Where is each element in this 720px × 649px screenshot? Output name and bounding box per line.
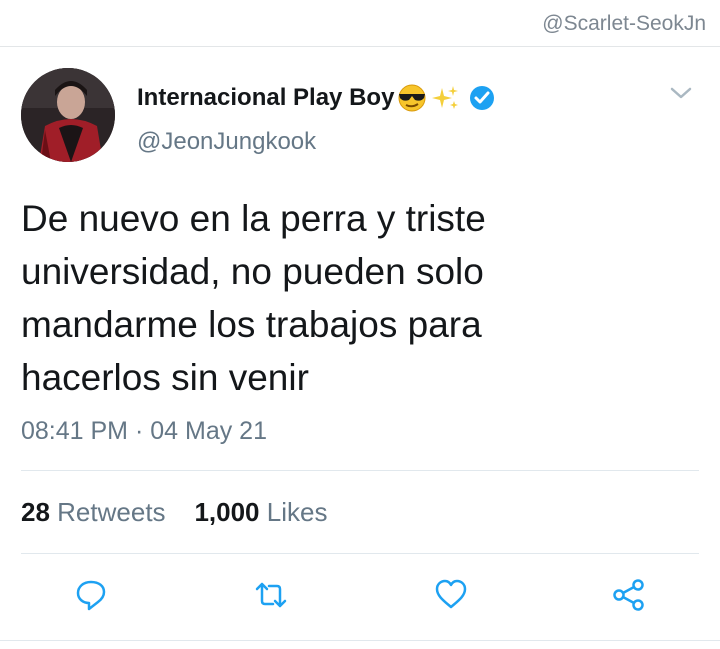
name-row: Internacional Play Boy (137, 83, 496, 113)
display-name[interactable]: Internacional Play Boy (137, 84, 394, 112)
retweets-count: 28 (21, 497, 50, 527)
tweet-text-line: mandarme los trabajos para (21, 304, 482, 345)
handle[interactable]: @JeonJungkook (137, 128, 316, 156)
like-icon[interactable] (434, 578, 468, 612)
tweet-text-line: De nuevo en la perra y triste (21, 198, 486, 239)
timestamp-separator: · (134, 417, 144, 445)
watermark: @Scarlet-SeokJn (542, 12, 706, 35)
verified-badge-icon (470, 86, 495, 110)
tweet-stats: 28 Retweets 1,000 Likes (21, 497, 327, 528)
retweet-icon[interactable] (254, 578, 288, 612)
tweet-text-line: universidad, no pueden solo (21, 251, 484, 292)
divider (0, 640, 720, 641)
watermark-bar: @Scarlet-SeokJn (0, 0, 720, 47)
tweet-text: De nuevo en la perra y triste universida… (21, 192, 701, 404)
chevron-down-icon[interactable] (670, 86, 692, 100)
divider (21, 553, 699, 554)
likes-count: 1,000 (194, 497, 260, 527)
timestamp[interactable]: 08:41 PM · 04 May 21 (21, 417, 267, 446)
reply-icon[interactable] (74, 578, 108, 612)
retweets-label: Retweets (57, 497, 166, 527)
likes-label: Likes (266, 497, 328, 527)
avatar-image (21, 68, 115, 162)
tweet-date: 04 May 21 (150, 417, 267, 445)
likes-stat[interactable]: 1,000 Likes (194, 497, 327, 527)
retweets-stat[interactable]: 28 Retweets (21, 497, 166, 527)
share-icon[interactable] (612, 578, 646, 612)
action-bar (0, 570, 720, 620)
avatar[interactable] (21, 68, 115, 162)
sunglasses-emoji-icon (398, 84, 426, 112)
tweet-time: 08:41 PM (21, 417, 129, 445)
tweet-text-line: hacerlos sin venir (21, 357, 309, 398)
sparkles-icon (432, 86, 459, 109)
divider (21, 470, 699, 471)
